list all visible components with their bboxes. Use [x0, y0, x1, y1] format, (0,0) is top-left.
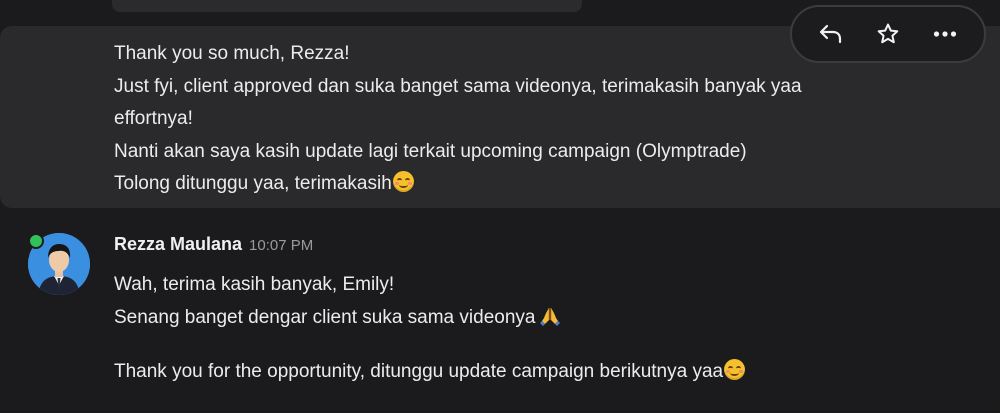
star-icon: [876, 22, 900, 46]
chat-panel: Thank you so much, Rezza! Just fyi, clie…: [0, 0, 1000, 413]
hovered-message-body: Thank you so much, Rezza! Just fyi, clie…: [114, 38, 914, 201]
message-actions-toolbar: [790, 5, 986, 63]
reply-button[interactable]: [809, 12, 853, 56]
message-line: Just fyi, client approved dan suka bange…: [114, 75, 802, 97]
message-line: Tolong ditunggu yaa, terimakasih: [114, 173, 392, 194]
folded-hands-emoji: [539, 305, 561, 326]
message-line: Senang banget dengar client suka sama vi…: [114, 306, 536, 328]
message-line-with-emoji: Thank you for the opportunity, ditunggu …: [114, 356, 746, 389]
star-button[interactable]: [866, 12, 910, 56]
message-header: Rezza Maulana 10:07 PM: [114, 234, 313, 260]
message-line: Wah, terima kasih banyak, Emily!: [114, 274, 395, 295]
paragraph-spacer: [114, 334, 745, 356]
smiling-face-with-smiling-eyes-emoji: [724, 359, 746, 380]
reply-icon: [818, 22, 844, 46]
message-timestamp[interactable]: 10:07 PM: [249, 237, 313, 254]
online-status-indicator: [28, 233, 44, 249]
reply-message-body: Wah, terima kasih banyak, Emily! Senang …: [114, 269, 746, 389]
more-options-button[interactable]: [923, 12, 967, 56]
message-line: Thank you for the opportunity, ditunggu …: [114, 361, 724, 382]
message-line-last: Tolong ditunggu yaa, terimakasih: [114, 168, 914, 201]
smiling-face-with-blush-emoji: [392, 171, 414, 192]
message-line: Nanti akan saya kasih update lagi terkai…: [114, 140, 747, 162]
message-line: effortnya!: [114, 108, 193, 129]
sender-name[interactable]: Rezza Maulana: [114, 234, 242, 255]
more-icon: [933, 30, 957, 38]
previous-message-tail: [112, 0, 582, 12]
message-line-with-emoji: Senang banget dengar client suka sama vi…: [114, 302, 745, 335]
